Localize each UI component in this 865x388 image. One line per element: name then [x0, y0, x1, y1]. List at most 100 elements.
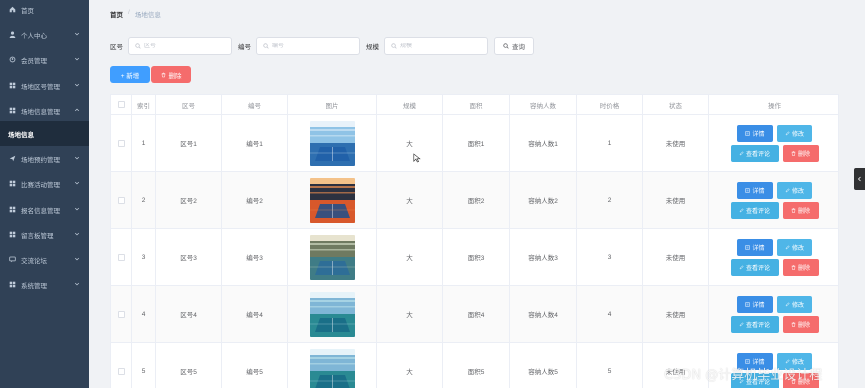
search-icon	[391, 43, 397, 49]
grid-icon	[8, 206, 16, 214]
cell-status: 未使用	[643, 172, 709, 228]
edit-button[interactable]: 修改	[777, 238, 812, 256]
sidebar-item-profile[interactable]: 个人中心	[0, 22, 89, 47]
table-row: 2 区号2 编号2 大面积2 容纳人数2 2 未使用 详情 修改 查看评论 删除	[111, 172, 838, 229]
code-search-field[interactable]	[256, 37, 360, 55]
sidebar-item-system[interactable]: 系统管理	[0, 272, 89, 297]
row-checkbox[interactable]	[117, 196, 125, 204]
cell-ops: 详情 修改 查看评论 删除	[709, 286, 840, 342]
detail-button[interactable]: 详情	[737, 124, 773, 142]
sidebar-item-message-board[interactable]: 留言板管理	[0, 222, 89, 247]
venue-photo[interactable]	[309, 291, 355, 337]
collapse-panel-button[interactable]	[854, 168, 865, 190]
detail-icon	[745, 187, 750, 193]
sidebar-item-forum[interactable]: 交流论坛	[0, 247, 89, 272]
sidebar-item-home[interactable]: 首页	[0, 0, 89, 22]
cell-price: 3	[577, 229, 643, 285]
header-sqm: 面积	[443, 95, 510, 114]
edit-icon	[785, 130, 790, 135]
sidebar-item-registrations[interactable]: 报名信息管理	[0, 197, 89, 222]
view-comments-button[interactable]: 查看评论	[730, 201, 779, 219]
sidebar-item-venue-info-management[interactable]: 场地信息管理	[0, 98, 89, 123]
table-header: 索引 区号 编号 图片 规模 面积 容纳人数 时价格 状态 操作	[111, 95, 838, 115]
add-button[interactable]: + 新增	[110, 66, 150, 83]
cell-price: 5	[577, 343, 643, 388]
sidebar-item-area-codes[interactable]: 场地区号管理	[0, 73, 89, 98]
venue-photo-image	[309, 234, 355, 280]
cell-capacity: 容纳人数1	[510, 115, 577, 171]
grid-icon	[8, 281, 16, 289]
venue-table: 索引 区号 编号 图片 规模 面积 容纳人数 时价格 状态 操作 1 区号1 编号1…	[110, 94, 839, 388]
cell-status: 未使用	[643, 229, 709, 285]
venue-photo[interactable]	[309, 177, 355, 223]
cell-photo	[288, 115, 377, 171]
cell-code: 编号2	[222, 172, 288, 228]
delete-label: 删除	[797, 151, 810, 158]
edit-button[interactable]: 修改	[777, 295, 812, 313]
sidebar-item-venue-info[interactable]: 场地信息	[0, 121, 89, 146]
cell-size: 大	[377, 286, 443, 342]
search-icon	[503, 43, 509, 49]
sidebar-item-competitions[interactable]: 比赛活动管理	[0, 171, 89, 196]
detail-icon	[745, 301, 750, 307]
trash-icon	[791, 150, 796, 156]
grid-icon	[8, 82, 16, 90]
venue-photo[interactable]	[309, 348, 355, 388]
edit-button[interactable]: 修改	[777, 181, 812, 199]
sidebar-item-members[interactable]: 会员管理	[0, 47, 89, 72]
sidebar-item-label: 首页	[21, 7, 34, 15]
venue-photo[interactable]	[309, 120, 355, 166]
row-checkbox[interactable]	[117, 253, 125, 261]
view-comments-button[interactable]: 查看评论	[730, 144, 779, 162]
delete-button[interactable]: 删除	[782, 201, 819, 219]
chevron-down-icon	[74, 181, 80, 185]
batch-delete-button[interactable]: 删除	[151, 66, 191, 83]
code-input[interactable]	[272, 43, 358, 49]
row-select-cell	[111, 343, 132, 388]
size-label: 规模	[366, 44, 379, 51]
edit-button[interactable]: 修改	[777, 124, 812, 142]
detail-label: 详情	[752, 188, 765, 195]
sidebar-item-label: 留言板管理	[21, 232, 54, 240]
sidebar-item-reservations[interactable]: 场地预约管理	[0, 146, 89, 171]
search-icon	[263, 43, 269, 49]
row-checkbox[interactable]	[117, 139, 125, 147]
header-area: 区号	[156, 95, 222, 114]
cell-index: 2	[132, 172, 156, 228]
detail-button[interactable]: 详情	[737, 181, 773, 199]
delete-button[interactable]: 删除	[782, 144, 819, 162]
cell-area: 区号4	[156, 286, 222, 342]
home-icon	[8, 6, 16, 14]
venue-photo[interactable]	[309, 234, 355, 280]
size-input[interactable]	[400, 43, 486, 49]
area-search-field[interactable]	[128, 37, 232, 55]
table-row: 1 区号1 编号1 大面积1 容纳人数1 1 未使用 详情 修改 查看评论 删除	[111, 115, 838, 172]
chat-icon	[8, 256, 16, 264]
row-select-cell	[111, 172, 132, 228]
detail-button[interactable]: 详情	[737, 295, 773, 313]
query-button[interactable]: 查询	[494, 37, 534, 55]
cell-code: 编号1	[222, 115, 288, 171]
cell-photo	[288, 229, 377, 285]
grid-icon	[8, 180, 16, 188]
edit-label: 修改	[791, 131, 804, 138]
size-search-field[interactable]	[384, 37, 488, 55]
select-all-checkbox[interactable]	[117, 101, 125, 108]
breadcrumb-home[interactable]: 首页	[110, 9, 123, 19]
delete-button[interactable]: 删除	[782, 315, 819, 333]
delete-label: 删除	[797, 265, 810, 272]
cell-sqm: 面积1	[443, 115, 510, 171]
area-input[interactable]	[144, 43, 230, 49]
view-comments-button[interactable]: 查看评论	[730, 315, 779, 333]
view-comments-button[interactable]: 查看评论	[730, 258, 779, 276]
cell-area: 区号5	[156, 343, 222, 388]
watermark-text: CSDN @计算机毕业设计程	[664, 368, 823, 383]
row-checkbox[interactable]	[117, 367, 125, 375]
batch-delete-label: 删除	[168, 72, 182, 80]
detail-button[interactable]: 详情	[737, 238, 773, 256]
chevron-down-icon	[74, 156, 80, 160]
delete-button[interactable]: 删除	[782, 258, 819, 276]
row-checkbox[interactable]	[117, 310, 125, 318]
code-label: 编号	[238, 44, 251, 51]
cell-price: 1	[577, 115, 643, 171]
